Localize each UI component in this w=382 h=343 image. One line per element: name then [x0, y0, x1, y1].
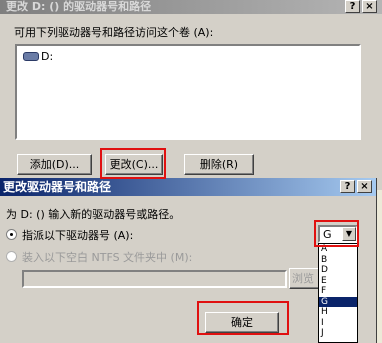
drive-option[interactable]: H	[319, 307, 357, 318]
mount-folder-label[interactable]: 装入以下空白 NTFS 文件夹中 (M):	[22, 249, 192, 265]
drive-option[interactable]: F	[319, 286, 357, 297]
drive-option[interactable]: D	[319, 265, 357, 276]
back-dialog-title: 更改 D: () 的驱动器号和路径	[0, 0, 382, 14]
volume-list[interactable]: D:	[15, 44, 361, 140]
drive-option[interactable]: I	[319, 318, 357, 329]
back-close-button[interactable]: ×	[362, 0, 377, 13]
drive-letter-dropdown[interactable]: A B D E F G H I J	[318, 243, 358, 343]
add-button[interactable]: 添加(D)...	[17, 154, 92, 175]
delete-button[interactable]: 删除(R)	[184, 154, 254, 175]
volume-list-item[interactable]: D:	[23, 50, 53, 63]
assign-letter-radio[interactable]	[6, 229, 17, 240]
highlight-ok-button	[197, 301, 289, 335]
highlight-change-button	[100, 148, 166, 179]
prompt-text: 为 D: () 输入新的驱动器号或路径。	[6, 208, 181, 221]
drive-option-selected[interactable]: G	[319, 296, 357, 307]
drive-option[interactable]: J	[319, 328, 357, 339]
drive-option[interactable]: B	[319, 255, 357, 266]
drive-icon	[23, 52, 39, 61]
back-help-button[interactable]: ?	[345, 0, 360, 13]
volume-label: D:	[41, 50, 54, 63]
help-button[interactable]: ?	[340, 180, 355, 193]
assign-letter-label[interactable]: 指派以下驱动器号 (A):	[22, 227, 133, 243]
mount-folder-radio[interactable]	[6, 251, 17, 262]
highlight-drive-select	[314, 220, 359, 247]
drive-option[interactable]: E	[319, 276, 357, 287]
close-button[interactable]: ×	[357, 180, 372, 193]
volume-list-label: 可用下列驱动器号和路径访问这个卷 (A):	[14, 26, 214, 39]
mount-path-input[interactable]	[22, 270, 287, 288]
back-dialog: 更改 D: () 的驱动器号和路径 ? × 可用下列驱动器号和路径访问这个卷 (…	[0, 0, 382, 190]
dialog-title: 更改驱动器号和路径	[0, 178, 376, 196]
